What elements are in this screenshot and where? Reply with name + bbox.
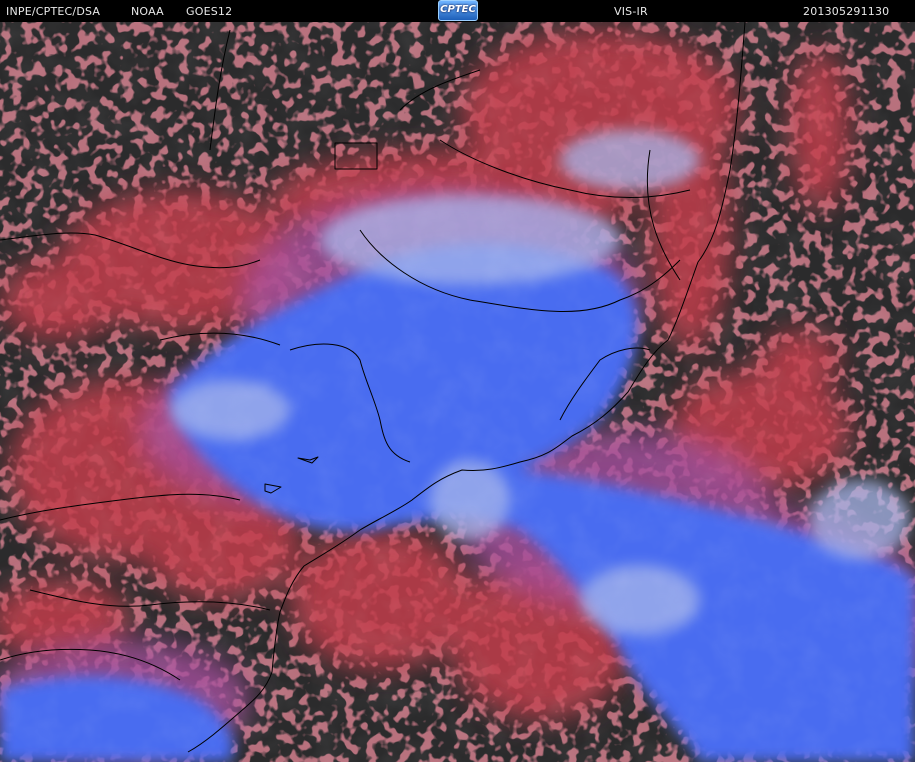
image-header-bar: INPE/CPTEC/DSA NOAA GOES12 CPTEC VIS-IR … — [0, 0, 915, 22]
satellite-image-viewer: INPE/CPTEC/DSA NOAA GOES12 CPTEC VIS-IR … — [0, 0, 915, 762]
timestamp-label: 201305291130 — [803, 5, 890, 18]
agency-label: NOAA — [131, 5, 164, 18]
product-label: VIS-IR — [614, 5, 648, 18]
cloud-texture — [0, 22, 915, 762]
cptec-logo-text: CPTEC — [440, 4, 476, 15]
satellite-label: GOES12 — [186, 5, 233, 18]
satellite-map — [0, 22, 915, 762]
source-label: INPE/CPTEC/DSA — [6, 5, 101, 18]
cptec-logo: CPTEC — [438, 0, 478, 21]
